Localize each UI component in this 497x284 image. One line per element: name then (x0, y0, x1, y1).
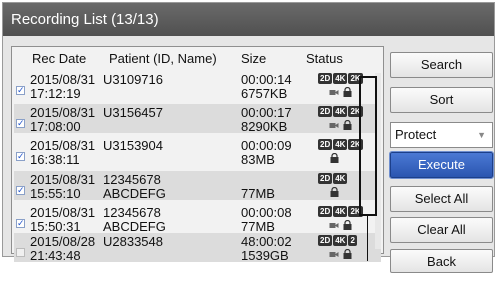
rec-time: 15:50:31 (30, 219, 81, 234)
format-badge: 4K (333, 106, 348, 117)
lock-icon (342, 219, 352, 231)
row-checkbox[interactable]: ✓ (16, 186, 25, 195)
format-badge: 2D (318, 73, 333, 84)
camera-icon (329, 87, 339, 98)
row-checkbox[interactable]: ✓ (16, 119, 25, 128)
camera-icon (329, 220, 339, 231)
lock-icon (329, 186, 339, 198)
header-patient[interactable]: Patient (ID, Name) (109, 51, 217, 69)
protect-dropdown[interactable]: Protect ▼ (390, 122, 493, 148)
format-badge: 4K (333, 206, 348, 217)
title-bar: Recording List (13/13) (3, 3, 494, 36)
patient-id: 12345678 (103, 205, 161, 220)
format-badge: 2D (318, 139, 333, 150)
file-size: 8290KB (241, 119, 288, 134)
format-badge: 2 (348, 235, 357, 246)
lock-icon (342, 86, 352, 98)
format-badge: 2D (318, 235, 333, 246)
table-row[interactable]: ✓ 2015/08/31 17:12:19 U3109716 00:00:14 6757K… (14, 71, 381, 100)
patient-name: ABCDEFG (103, 219, 166, 234)
rec-time: 17:12:19 (30, 86, 81, 101)
table-row[interactable]: ✓ 2015/08/31 15:55:10 12345678 ABCDEFG 77MB 2D… (14, 171, 381, 200)
patient-id: 12345678 (103, 172, 161, 187)
chevron-down-icon: ▼ (477, 130, 486, 140)
rec-date: 2015/08/28 (30, 234, 96, 249)
callout-pointer-line (367, 216, 368, 261)
rec-date: 2015/08/31 (30, 172, 96, 187)
camera-icon (329, 120, 339, 131)
clear-all-button[interactable]: Clear All (390, 217, 493, 243)
rec-date: 2015/08/31 (30, 105, 96, 120)
status-tags: 2D 4K (318, 173, 348, 184)
format-badge: 2D (318, 173, 333, 184)
recording-list-window: Recording List (13/13) Rec Date Patient … (2, 2, 495, 273)
duration: 00:00:17 (241, 105, 292, 120)
patient-id: U3156457 (103, 105, 163, 120)
status-icons (329, 186, 339, 198)
lock-icon (342, 248, 352, 260)
sort-button[interactable]: Sort (390, 87, 493, 113)
status-tags: 2D 4K 2K (318, 73, 363, 84)
patient-id: U3109716 (103, 72, 163, 87)
status-icons (329, 152, 339, 164)
rec-time: 21:43:48 (30, 248, 81, 263)
status-icons (329, 248, 352, 260)
patient-name: ABCDEFG (103, 186, 166, 201)
table-row[interactable]: ✓ 2015/08/31 17:08:00 U3156457 00:00:17 8290K… (14, 104, 381, 133)
status-column-highlight (359, 76, 377, 216)
rec-time: 17:08:00 (30, 119, 81, 134)
file-size: 77MB (241, 186, 275, 201)
rec-time: 15:55:10 (30, 186, 81, 201)
format-badge: 4K (333, 173, 348, 184)
rec-date: 2015/08/31 (30, 205, 96, 220)
file-size: 83MB (241, 152, 275, 167)
format-badge: 2D (318, 106, 333, 117)
select-all-button[interactable]: Select All (390, 186, 493, 212)
duration: 00:00:09 (241, 138, 292, 153)
status-icons (329, 219, 352, 231)
status-tags: 2D 4K 2K (318, 206, 363, 217)
row-checkbox[interactable] (16, 248, 25, 257)
rec-time: 16:38:11 (30, 152, 80, 167)
duration: 00:00:08 (241, 205, 292, 220)
recording-table: Rec Date Patient (ID, Name) Size Status … (11, 46, 384, 262)
format-badge: 4K (333, 139, 348, 150)
table-row[interactable]: ✓ 2015/08/31 16:38:11 U3153904 00:00:09 83MB 2… (14, 137, 381, 166)
search-button[interactable]: Search (390, 52, 493, 78)
table-row[interactable]: 2015/08/28 21:43:48 U2833548 48:00:02 1539GB… (14, 233, 381, 262)
row-checkbox[interactable]: ✓ (16, 152, 25, 161)
lock-icon (342, 119, 352, 131)
patient-id: U2833548 (103, 234, 163, 249)
duration: 48:00:02 (241, 234, 292, 249)
back-button[interactable]: Back (390, 249, 493, 273)
protect-dropdown-value: Protect (395, 127, 437, 142)
record-count: (13/13) (111, 11, 159, 28)
file-size: 1539GB (241, 248, 289, 263)
row-checkbox[interactable]: ✓ (16, 86, 25, 95)
row-checkbox[interactable]: ✓ (16, 219, 25, 228)
header-size[interactable]: Size (241, 51, 266, 69)
status-icons (329, 119, 352, 131)
execute-button[interactable]: Execute (389, 151, 494, 179)
patient-id: U3153904 (103, 138, 163, 153)
file-size: 77MB (241, 219, 275, 234)
format-badge: 4K (333, 73, 348, 84)
format-badge: 2D (318, 206, 333, 217)
window-title: Recording List (11, 11, 107, 28)
header-status[interactable]: Status (306, 51, 343, 69)
format-badge: 4K (333, 235, 348, 246)
table-row[interactable]: ✓ 2015/08/31 15:50:31 12345678 ABCDEFG 00:00:… (14, 204, 381, 233)
status-tags: 2D 4K 2K (318, 106, 363, 117)
status-icons (329, 86, 352, 98)
duration: 00:00:14 (241, 72, 292, 87)
rec-date: 2015/08/31 (30, 72, 96, 87)
header-rec-date[interactable]: Rec Date (32, 51, 86, 69)
rec-date: 2015/08/31 (30, 138, 96, 153)
file-size: 6757KB (241, 86, 288, 101)
lock-icon (329, 152, 339, 164)
status-tags: 2D 4K 2K (318, 139, 363, 150)
status-tags: 2D 4K 2 (318, 235, 357, 246)
camera-icon (329, 249, 339, 260)
